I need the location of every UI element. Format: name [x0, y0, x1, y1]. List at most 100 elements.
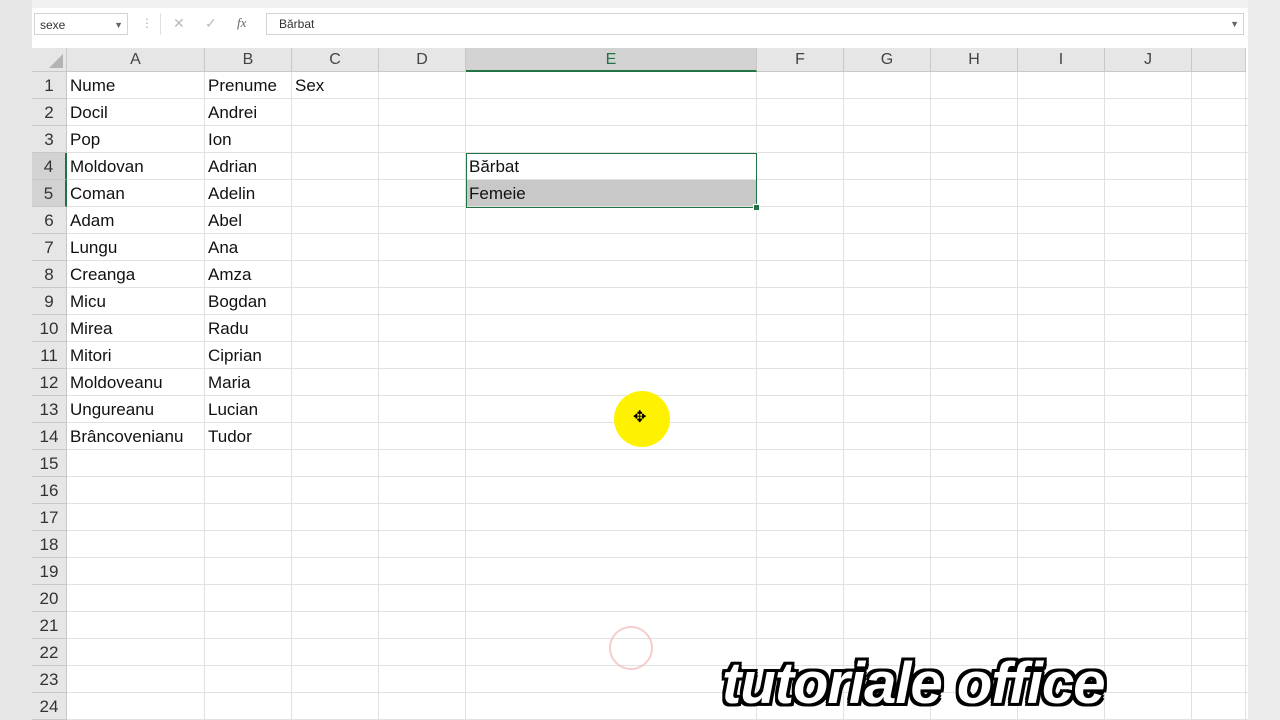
row-header-1[interactable]: 1	[32, 72, 67, 99]
column-header-g[interactable]: G	[844, 48, 931, 72]
row-header-24[interactable]: 24	[32, 693, 67, 720]
row-header-14[interactable]: 14	[32, 423, 67, 450]
row-header-13[interactable]: 13	[32, 396, 67, 423]
column-header-c[interactable]: C	[292, 48, 379, 72]
cell-a2[interactable]: Docil	[68, 99, 206, 126]
cell-b1[interactable]: Prenume	[206, 72, 293, 99]
row-header-21[interactable]: 21	[32, 612, 67, 639]
cell-cursor-icon: ✥	[633, 409, 647, 426]
gridline-horizontal	[67, 503, 1248, 504]
worksheet[interactable]: A B C D E F G H I J 1 2 3 4 5 6 7 8 9 10 11 12 13 14 15 16 17 18 19 2…	[32, 48, 1248, 720]
column-header-j[interactable]: J	[1105, 48, 1192, 72]
drag-handle-icon[interactable]: ⋮	[141, 16, 153, 30]
select-all-button[interactable]	[32, 48, 67, 72]
formula-value: Bărbat	[279, 17, 315, 31]
gridline-vertical	[930, 72, 931, 720]
name-box[interactable]: sexe ▼	[34, 13, 128, 35]
chevron-down-icon[interactable]: ▼	[114, 14, 123, 36]
cancel-icon[interactable]: ✕	[173, 15, 185, 32]
gridline-vertical	[1104, 72, 1105, 720]
fill-handle[interactable]	[753, 204, 760, 211]
formula-input[interactable]: Bărbat ▼	[266, 13, 1244, 35]
cell-a7[interactable]: Lungu	[68, 234, 206, 261]
row-header-9[interactable]: 9	[32, 288, 67, 315]
cell-b8[interactable]: Amza	[206, 261, 293, 288]
row-header-16[interactable]: 16	[32, 477, 67, 504]
cell-b7[interactable]: Ana	[206, 234, 293, 261]
column-header-b[interactable]: B	[205, 48, 292, 72]
cell-a12[interactable]: Moldoveanu	[68, 369, 206, 396]
formula-actions: ✕ ✓ fx	[160, 13, 261, 35]
confirm-icon[interactable]: ✓	[205, 15, 217, 32]
gridline-vertical	[843, 72, 844, 720]
row-header-8[interactable]: 8	[32, 261, 67, 288]
gridline-horizontal	[67, 611, 1248, 612]
row-header-18[interactable]: 18	[32, 531, 67, 558]
cell-b2[interactable]: Andrei	[206, 99, 293, 126]
click-indicator	[609, 626, 653, 670]
row-header-6[interactable]: 6	[32, 207, 67, 234]
column-header-a[interactable]: A	[67, 48, 205, 72]
gridline-vertical	[1191, 72, 1192, 720]
cell-b3[interactable]: Ion	[206, 126, 293, 153]
cell-a10[interactable]: Mirea	[68, 315, 206, 342]
row-header-7[interactable]: 7	[32, 234, 67, 261]
row-header-11[interactable]: 11	[32, 342, 67, 369]
row-header-12[interactable]: 12	[32, 369, 67, 396]
row-header-4[interactable]: 4	[32, 153, 67, 180]
gridline-horizontal	[67, 584, 1248, 585]
cell-b9[interactable]: Bogdan	[206, 288, 293, 315]
cursor-highlight: ✥	[614, 391, 670, 447]
name-box-value: sexe	[40, 18, 66, 32]
cell-b13[interactable]: Lucian	[206, 396, 293, 423]
row-header-5[interactable]: 5	[32, 180, 67, 207]
row-header-20[interactable]: 20	[32, 585, 67, 612]
cell-c1[interactable]: Sex	[293, 72, 380, 99]
column-header-h[interactable]: H	[931, 48, 1018, 72]
row-header-22[interactable]: 22	[32, 639, 67, 666]
gridline-vertical	[1017, 72, 1018, 720]
cell-b11[interactable]: Ciprian	[206, 342, 293, 369]
cell-b4[interactable]: Adrian	[206, 153, 293, 180]
column-header-i[interactable]: I	[1018, 48, 1105, 72]
gridline-vertical	[1245, 72, 1246, 720]
chevron-down-icon[interactable]: ▼	[1230, 14, 1239, 34]
gridline-horizontal	[67, 557, 1248, 558]
cell-a3[interactable]: Pop	[68, 126, 206, 153]
cell-b14[interactable]: Tudor	[206, 423, 293, 450]
cell-a4[interactable]: Moldovan	[68, 153, 206, 180]
row-header-2[interactable]: 2	[32, 99, 67, 126]
cell-a14[interactable]: Brâncovenianu	[68, 423, 206, 450]
gridline-horizontal	[67, 476, 1248, 477]
row-header-17[interactable]: 17	[32, 504, 67, 531]
cell-a8[interactable]: Creanga	[68, 261, 206, 288]
cell-a9[interactable]: Micu	[68, 288, 206, 315]
row-header-15[interactable]: 15	[32, 450, 67, 477]
cell-a13[interactable]: Ungureanu	[68, 396, 206, 423]
column-header-d[interactable]: D	[379, 48, 466, 72]
selection-border	[466, 153, 757, 208]
cell-b6[interactable]: Abel	[206, 207, 293, 234]
watermark: tutoriale office	[722, 651, 1106, 716]
select-all-triangle-icon	[49, 54, 63, 68]
column-header-e[interactable]: E	[466, 48, 757, 72]
top-strip	[0, 0, 1280, 8]
cell-a1[interactable]: Nume	[68, 72, 206, 99]
cell-b12[interactable]: Maria	[206, 369, 293, 396]
gridline-horizontal	[67, 638, 1248, 639]
insert-function-icon[interactable]: fx	[237, 15, 246, 31]
left-frame	[0, 0, 32, 720]
cell-a5[interactable]: Coman	[68, 180, 206, 207]
cell-a11[interactable]: Mitori	[68, 342, 206, 369]
row-header-10[interactable]: 10	[32, 315, 67, 342]
cell-b5[interactable]: Adelin	[206, 180, 293, 207]
cell-a6[interactable]: Adam	[68, 207, 206, 234]
gridline-vertical	[378, 72, 379, 720]
column-header-k[interactable]	[1192, 48, 1246, 72]
cell-b10[interactable]: Radu	[206, 315, 293, 342]
gridline-horizontal	[67, 530, 1248, 531]
column-header-f[interactable]: F	[757, 48, 844, 72]
row-header-23[interactable]: 23	[32, 666, 67, 693]
row-header-3[interactable]: 3	[32, 126, 67, 153]
row-header-19[interactable]: 19	[32, 558, 67, 585]
